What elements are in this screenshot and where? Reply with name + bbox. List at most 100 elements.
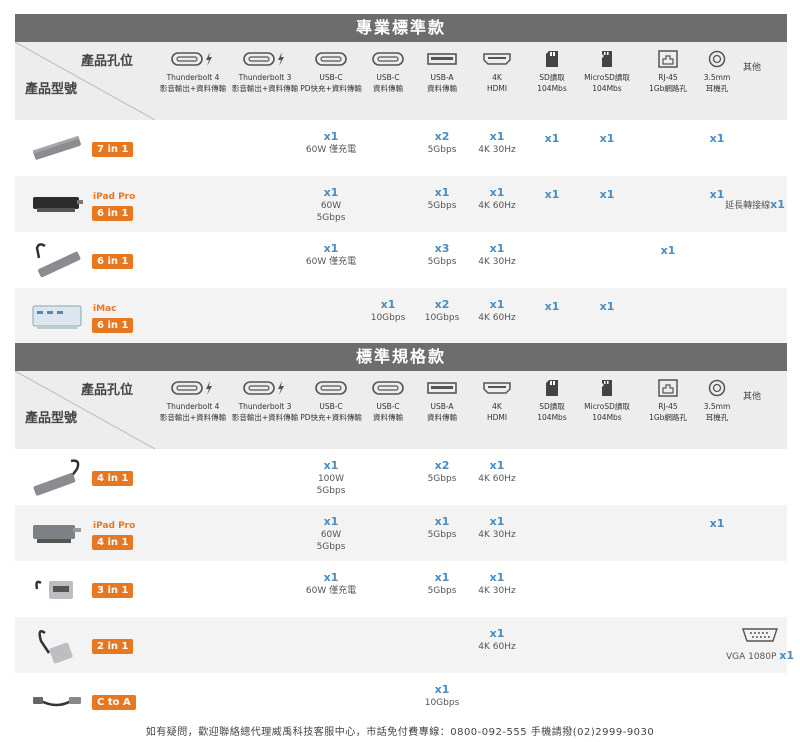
port-spec: 60W 5Gbps — [316, 201, 346, 223]
column-header-sd: SD讀取 104Mbs — [537, 73, 567, 93]
thunderbolt-icon — [243, 46, 287, 72]
vga-icon — [726, 627, 794, 647]
other-cell: 延長轉接線x1 — [725, 193, 785, 212]
column-header-hdmi: 4K HDMI — [486, 402, 508, 422]
usb-c-icon — [315, 46, 347, 72]
model-name: iPad Pro — [93, 521, 136, 531]
sd-card-icon — [545, 46, 559, 72]
port-cell-hdmi: x1 4K 60Hz — [478, 298, 515, 324]
port-count-badge: 4 in 1 — [92, 535, 134, 550]
port-count: x1 — [323, 459, 339, 472]
port-cell-usbc: x1 60W 5Gbps — [317, 515, 346, 553]
port-cell-hdmi: x1 4K 60Hz — [478, 627, 515, 653]
product-image — [27, 126, 87, 170]
port-cell-usba: x2 10Gbps — [425, 298, 460, 324]
port-spec: 5Gbps — [427, 145, 457, 155]
model-name: iPad Pro — [93, 192, 136, 202]
usb-c-icon — [315, 375, 347, 401]
port-count-badge: 6 in 1 — [92, 318, 134, 333]
port-count: x1 — [599, 188, 615, 201]
model-name: iMac — [93, 304, 117, 314]
section-title: 專業標準款 — [15, 14, 787, 42]
port-count: x1 — [434, 571, 450, 584]
port-spec: 4K 30Hz — [478, 530, 516, 540]
port-spec: 5Gbps — [427, 201, 457, 211]
product-row: 2 in 1 x1 4K 60Hz VGA 1080P x1 — [15, 617, 794, 673]
port-spec: 5Gbps — [427, 530, 457, 540]
column-header-rj45: RJ-45 1Gb網路孔 — [649, 402, 687, 422]
ethernet-icon — [658, 46, 678, 72]
product-image — [27, 294, 87, 338]
port-count: x1 — [323, 515, 339, 528]
port-cell-audio: x1 — [710, 517, 725, 531]
port-count-badge: C to A — [92, 695, 136, 710]
port-count: x1 — [599, 300, 615, 313]
port-cell-sd: x1 — [545, 188, 560, 202]
spec-section: 專業標準款 產品孔位 產品型號 其他 Thunderbolt 4 影音輸出+資料傳輸… — [15, 14, 787, 344]
port-cell-hdmi: x1 4K 30Hz — [478, 515, 515, 541]
table-header: 產品孔位 產品型號 其他 Thunderbolt 4 影音輸出+資料傳輸 Thunde… — [15, 42, 787, 120]
port-cell-hdmi: x1 4K 60Hz — [478, 186, 515, 212]
port-header-label: 產品孔位 — [81, 383, 134, 398]
product-image — [27, 511, 87, 555]
hdmi-icon — [483, 375, 511, 401]
sd-card-icon — [545, 375, 559, 401]
port-count-badge: 7 in 1 — [92, 142, 134, 157]
column-header-usbc2: USB-C 資料傳輸 — [373, 402, 403, 422]
product-row: 3 in 1 x1 60W 僅充電 x1 5Gbps x1 4K 30Hz — [15, 561, 787, 617]
port-cell-hdmi: x1 4K 30Hz — [478, 571, 515, 597]
port-header-label: 產品孔位 — [81, 54, 134, 69]
model-header-label: 產品型號 — [25, 411, 78, 426]
port-count: x1 — [323, 186, 339, 199]
column-header-audio: 3.5mm 耳機孔 — [703, 73, 731, 93]
port-count-badge: 6 in 1 — [92, 254, 134, 269]
usb-a-icon — [427, 46, 457, 72]
port-cell-usba: x1 5Gbps — [428, 571, 457, 597]
port-spec: 10Gbps — [370, 313, 406, 323]
port-count: x1 — [489, 627, 505, 640]
product-image — [27, 182, 87, 226]
port-spec: 4K 30Hz — [478, 586, 516, 596]
port-count: x3 — [434, 242, 450, 255]
product-image — [27, 679, 87, 723]
port-count: x1 — [489, 459, 505, 472]
column-header-tb4: Thunderbolt 4 影音輸出+資料傳輸 — [159, 402, 227, 422]
product-image — [27, 623, 87, 667]
port-count: x2 — [434, 459, 450, 472]
microsd-icon — [601, 46, 613, 72]
column-header-usba: USB-A 資料傳輸 — [427, 73, 457, 93]
port-count: x1 — [709, 132, 725, 145]
port-spec: 4K 60Hz — [478, 474, 516, 484]
port-count: x1 — [544, 132, 560, 145]
port-count-badge: 3 in 1 — [92, 583, 134, 598]
port-spec: 4K 30Hz — [478, 145, 516, 155]
port-spec: 60W 僅充電 — [305, 145, 357, 155]
column-header-usbc2: USB-C 資料傳輸 — [373, 73, 403, 93]
vga-cell: VGA 1080P x1 — [726, 627, 794, 663]
port-cell-usbc: x1 60W 僅充電 — [306, 130, 356, 156]
port-count: x1 — [544, 300, 560, 313]
port-cell-hdmi: x1 4K 30Hz — [478, 130, 515, 156]
thunderbolt-icon — [171, 46, 215, 72]
usb-a-icon — [427, 375, 457, 401]
column-header-usbc: USB-C PD快充+資料傳輸 — [300, 73, 362, 93]
port-count: x1 — [489, 298, 505, 311]
product-row: iPad Pro 6 in 1 x1 60W 5Gbps x1 5Gbps x1 … — [15, 176, 787, 232]
column-header-rj45: RJ-45 1Gb網路孔 — [649, 73, 687, 93]
audio-jack-icon — [708, 375, 726, 401]
port-cell-usba: x1 5Gbps — [428, 186, 457, 212]
port-cell-usbc: x1 60W 5Gbps — [317, 186, 346, 224]
port-spec: 4K 60Hz — [478, 313, 516, 323]
table-header: 產品孔位 產品型號 其他 Thunderbolt 4 影音輸出+資料傳輸 Thunde… — [15, 371, 787, 449]
thunderbolt-icon — [171, 375, 215, 401]
port-count: x1 — [434, 683, 450, 696]
port-count: x1 — [709, 517, 725, 530]
port-cell-usbc: x1 60W 僅充電 — [306, 571, 356, 597]
port-count: x1 — [544, 188, 560, 201]
port-cell-sd: x1 — [545, 300, 560, 314]
microsd-icon — [601, 375, 613, 401]
port-count: x1 — [709, 188, 725, 201]
port-count: x1 — [380, 298, 396, 311]
port-cell-hdmi: x1 4K 30Hz — [478, 242, 515, 268]
column-header-tb3: Thunderbolt 3 影音輸出+資料傳輸 — [231, 402, 299, 422]
